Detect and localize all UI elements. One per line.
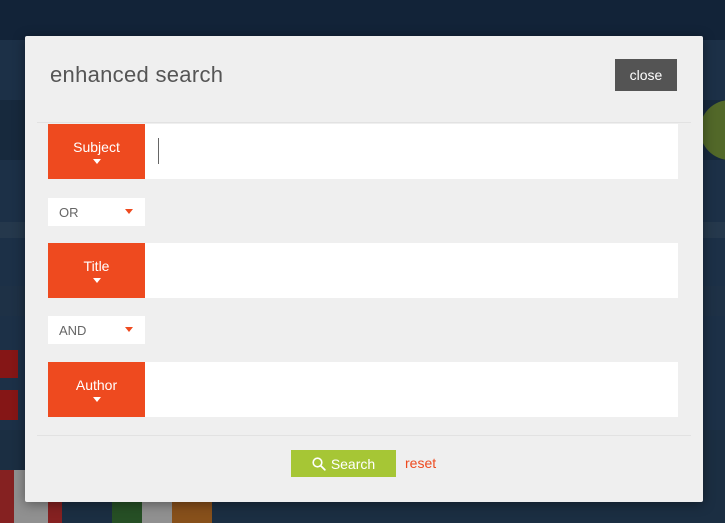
field-selector-title[interactable]: Title [48, 243, 145, 298]
caret-down-icon [92, 159, 101, 164]
caret-down-icon [125, 209, 133, 214]
search-button-label: Search [330, 455, 376, 472]
search-row-author: Author [48, 362, 678, 417]
author-search-input[interactable] [145, 362, 678, 417]
title-search-input[interactable] [145, 243, 678, 298]
subject-search-input[interactable] [145, 124, 678, 179]
field-selector-label: Subject [73, 139, 120, 155]
divider [37, 435, 691, 436]
caret-down-icon [92, 397, 101, 402]
operator-value: OR [59, 204, 79, 220]
search-icon [312, 456, 326, 471]
operator-value: AND [59, 322, 87, 338]
field-selector-label: Title [83, 258, 110, 274]
field-selector-subject[interactable]: Subject [48, 124, 145, 179]
text-cursor [158, 138, 159, 164]
boolean-operator-select-1[interactable]: OR [48, 198, 145, 226]
modal-title: enhanced search [50, 62, 224, 87]
search-button[interactable]: Search [291, 450, 396, 477]
field-selector-author[interactable]: Author [48, 362, 145, 417]
close-button[interactable]: close [615, 59, 677, 91]
search-row-title: Title [48, 243, 678, 298]
boolean-operator-select-2[interactable]: AND [48, 316, 145, 344]
enhanced-search-modal: enhanced search close Subject OR Title A… [25, 36, 703, 502]
field-selector-label: Author [75, 377, 118, 393]
reset-link[interactable]: reset [405, 455, 436, 471]
caret-down-icon [92, 278, 101, 283]
divider [37, 122, 691, 123]
search-row-subject: Subject [48, 124, 678, 179]
caret-down-icon [125, 327, 133, 332]
